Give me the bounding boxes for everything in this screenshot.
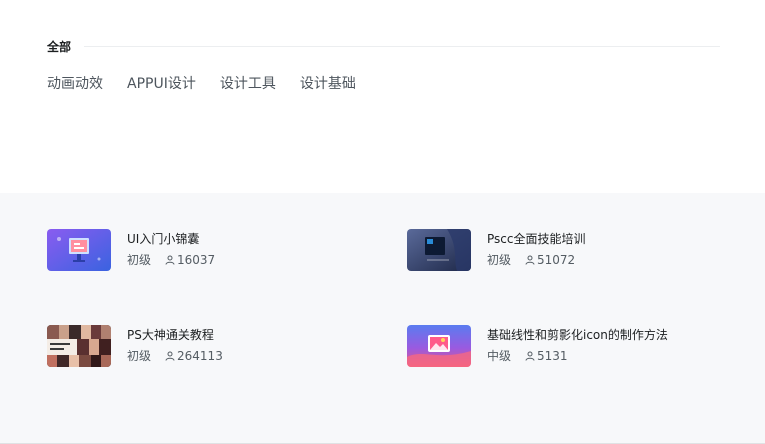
- user-icon: [525, 255, 535, 265]
- course-title[interactable]: PS大神通关教程: [127, 327, 223, 343]
- user-icon: [165, 255, 175, 265]
- ps-master-thumbnail[interactable]: [47, 325, 111, 367]
- user-icon: [525, 351, 535, 361]
- learner-count: 264113: [177, 349, 223, 363]
- course-list: UI入门小锦囊 初级 16037 Pscc全面技能培训 初级 51072 PS大…: [0, 193, 765, 443]
- user-icon: [165, 351, 175, 361]
- section-title: 全部: [47, 40, 72, 54]
- ui-intro-thumbnail[interactable]: [47, 229, 111, 271]
- course-card[interactable]: PS大神通关教程 初级 264113: [47, 325, 223, 367]
- course-level: 初级: [127, 349, 152, 363]
- pscc-thumbnail[interactable]: [407, 229, 471, 271]
- course-level: 中级: [487, 349, 512, 363]
- tag-list: 动画动效 APPUI设计 设计工具 设计基础: [47, 73, 356, 93]
- course-title[interactable]: UI入门小锦囊: [127, 231, 215, 247]
- course-title[interactable]: Pscc全面技能培训: [487, 231, 585, 247]
- course-level: 初级: [127, 253, 152, 267]
- tag-design-basics[interactable]: 设计基础: [300, 73, 356, 93]
- section-divider: [84, 46, 720, 47]
- icon-making-thumbnail[interactable]: [407, 325, 471, 367]
- course-level: 初级: [487, 253, 512, 267]
- course-card[interactable]: UI入门小锦囊 初级 16037: [47, 229, 215, 271]
- category-header: 全部 动画动效 APPUI设计 设计工具 设计基础: [0, 0, 765, 193]
- course-title[interactable]: 基础线性和剪影化icon的制作方法: [487, 327, 668, 343]
- learner-count: 51072: [537, 253, 576, 267]
- course-card[interactable]: Pscc全面技能培训 初级 51072: [407, 229, 585, 271]
- learner-count: 16037: [177, 253, 216, 267]
- tag-app-ui[interactable]: APPUI设计: [127, 73, 196, 93]
- tag-design-tools[interactable]: 设计工具: [220, 73, 276, 93]
- learner-count: 5131: [537, 349, 568, 363]
- course-card[interactable]: 基础线性和剪影化icon的制作方法 中级 5131: [407, 325, 668, 367]
- tag-animation[interactable]: 动画动效: [47, 73, 103, 93]
